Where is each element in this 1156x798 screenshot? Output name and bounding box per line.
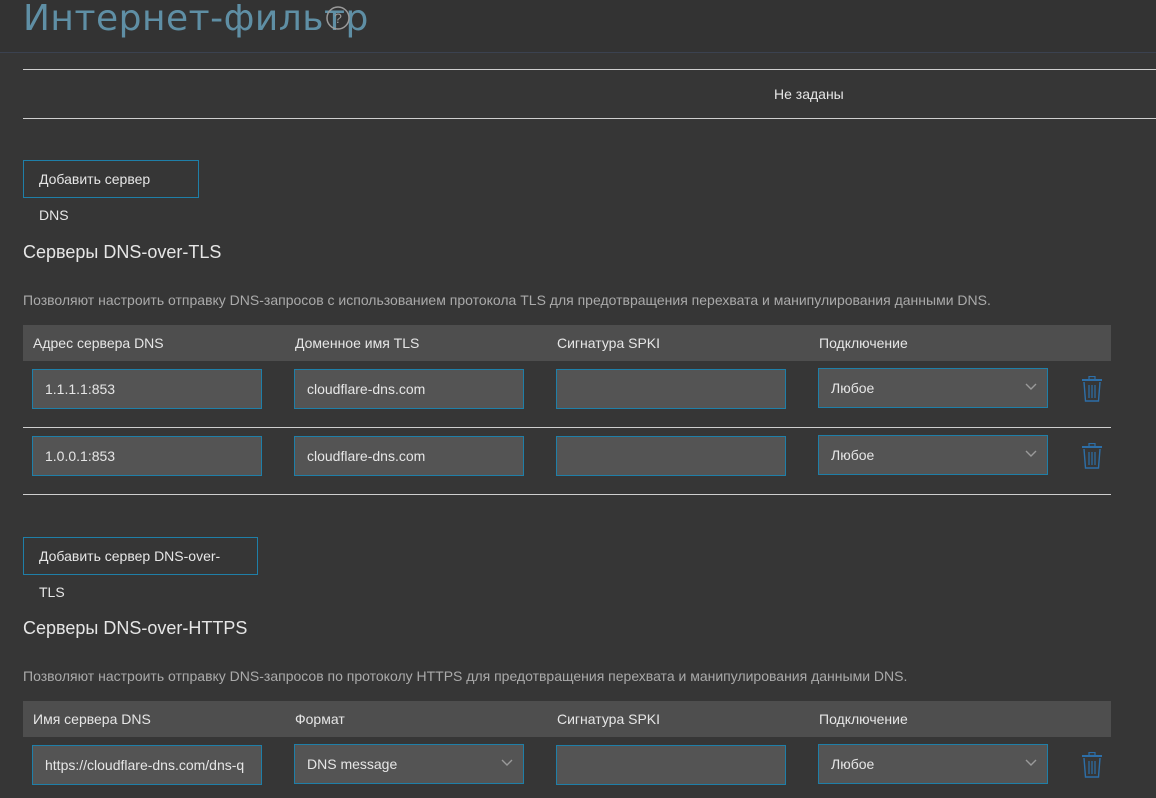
chevron-down-icon xyxy=(501,759,513,766)
dot-address-input[interactable]: 1.1.1.1:853 xyxy=(32,369,262,409)
dot-col-address: Адрес сервера DNS xyxy=(33,335,164,351)
dot-spki-input[interactable] xyxy=(556,369,786,409)
doh-format-select[interactable]: DNS message xyxy=(294,744,524,784)
add-dot-server-button[interactable]: Добавить сервер DNS-over-TLS xyxy=(23,537,258,600)
dot-table-header: Адрес сервера DNS Доменное имя TLS Сигна… xyxy=(23,325,1111,361)
chevron-down-icon xyxy=(1025,450,1037,457)
page: Интернет-фильтр ? Не заданы Добавить сер… xyxy=(0,0,1156,798)
doh-col-name: Имя сервера DNS xyxy=(33,711,151,727)
dot-connection-value: Любое xyxy=(831,380,875,396)
doh-format-value: DNS message xyxy=(307,756,398,772)
dot-spki-input[interactable] xyxy=(556,436,786,476)
doh-col-spki: Сигнатура SPKI xyxy=(557,711,661,727)
row-divider xyxy=(23,427,1111,428)
doh-spki-input[interactable] xyxy=(556,745,786,785)
trash-icon[interactable] xyxy=(1081,752,1103,778)
doh-section-title: Серверы DNS-over-HTTPS xyxy=(23,618,248,638)
doh-connection-value: Любое xyxy=(831,756,875,772)
doh-connection-select[interactable]: Любое xyxy=(818,744,1048,784)
doh-name-input[interactable]: https://cloudflare-dns.com/dns-q xyxy=(32,745,262,785)
dot-section-description: Позволяют настроить отправку DNS-запросо… xyxy=(23,292,991,308)
dot-address-input[interactable]: 1.0.0.1:853 xyxy=(32,436,262,476)
dns-table-top-divider xyxy=(23,69,1156,70)
dot-col-spki: Сигнатура SPKI xyxy=(557,335,661,351)
doh-section-description: Позволяют настроить отправку DNS-запросо… xyxy=(23,668,908,684)
trash-icon[interactable] xyxy=(1081,376,1103,402)
dot-col-connection: Подключение xyxy=(819,335,908,351)
dot-connection-select[interactable]: Любое xyxy=(818,368,1048,408)
chevron-down-icon xyxy=(1025,383,1037,390)
doh-col-format: Формат xyxy=(295,711,345,727)
dns-empty-text: Не заданы xyxy=(774,86,844,102)
help-icon[interactable]: ? xyxy=(326,6,350,30)
add-dns-server-button[interactable]: Добавить сервер DNS xyxy=(23,160,199,223)
svg-text:?: ? xyxy=(334,10,342,26)
doh-table-header: Имя сервера DNS Формат Сигнатура SPKI По… xyxy=(23,701,1111,737)
chevron-down-icon xyxy=(1025,759,1037,766)
doh-col-connection: Подключение xyxy=(819,711,908,727)
dns-table-bottom-divider xyxy=(23,118,1156,119)
dot-tls-name-input[interactable]: cloudflare-dns.com xyxy=(294,436,524,476)
dot-tls-name-input[interactable]: cloudflare-dns.com xyxy=(294,369,524,409)
dot-connection-select[interactable]: Любое xyxy=(818,435,1048,475)
dot-col-tls-name: Доменное имя TLS xyxy=(295,335,420,351)
page-title: Интернет-фильтр xyxy=(23,0,369,39)
dot-section-title: Серверы DNS-over-TLS xyxy=(23,242,222,262)
title-bar: Интернет-фильтр ? xyxy=(0,0,1156,53)
trash-icon[interactable] xyxy=(1081,443,1103,469)
dot-connection-value: Любое xyxy=(831,447,875,463)
row-divider xyxy=(23,494,1111,495)
